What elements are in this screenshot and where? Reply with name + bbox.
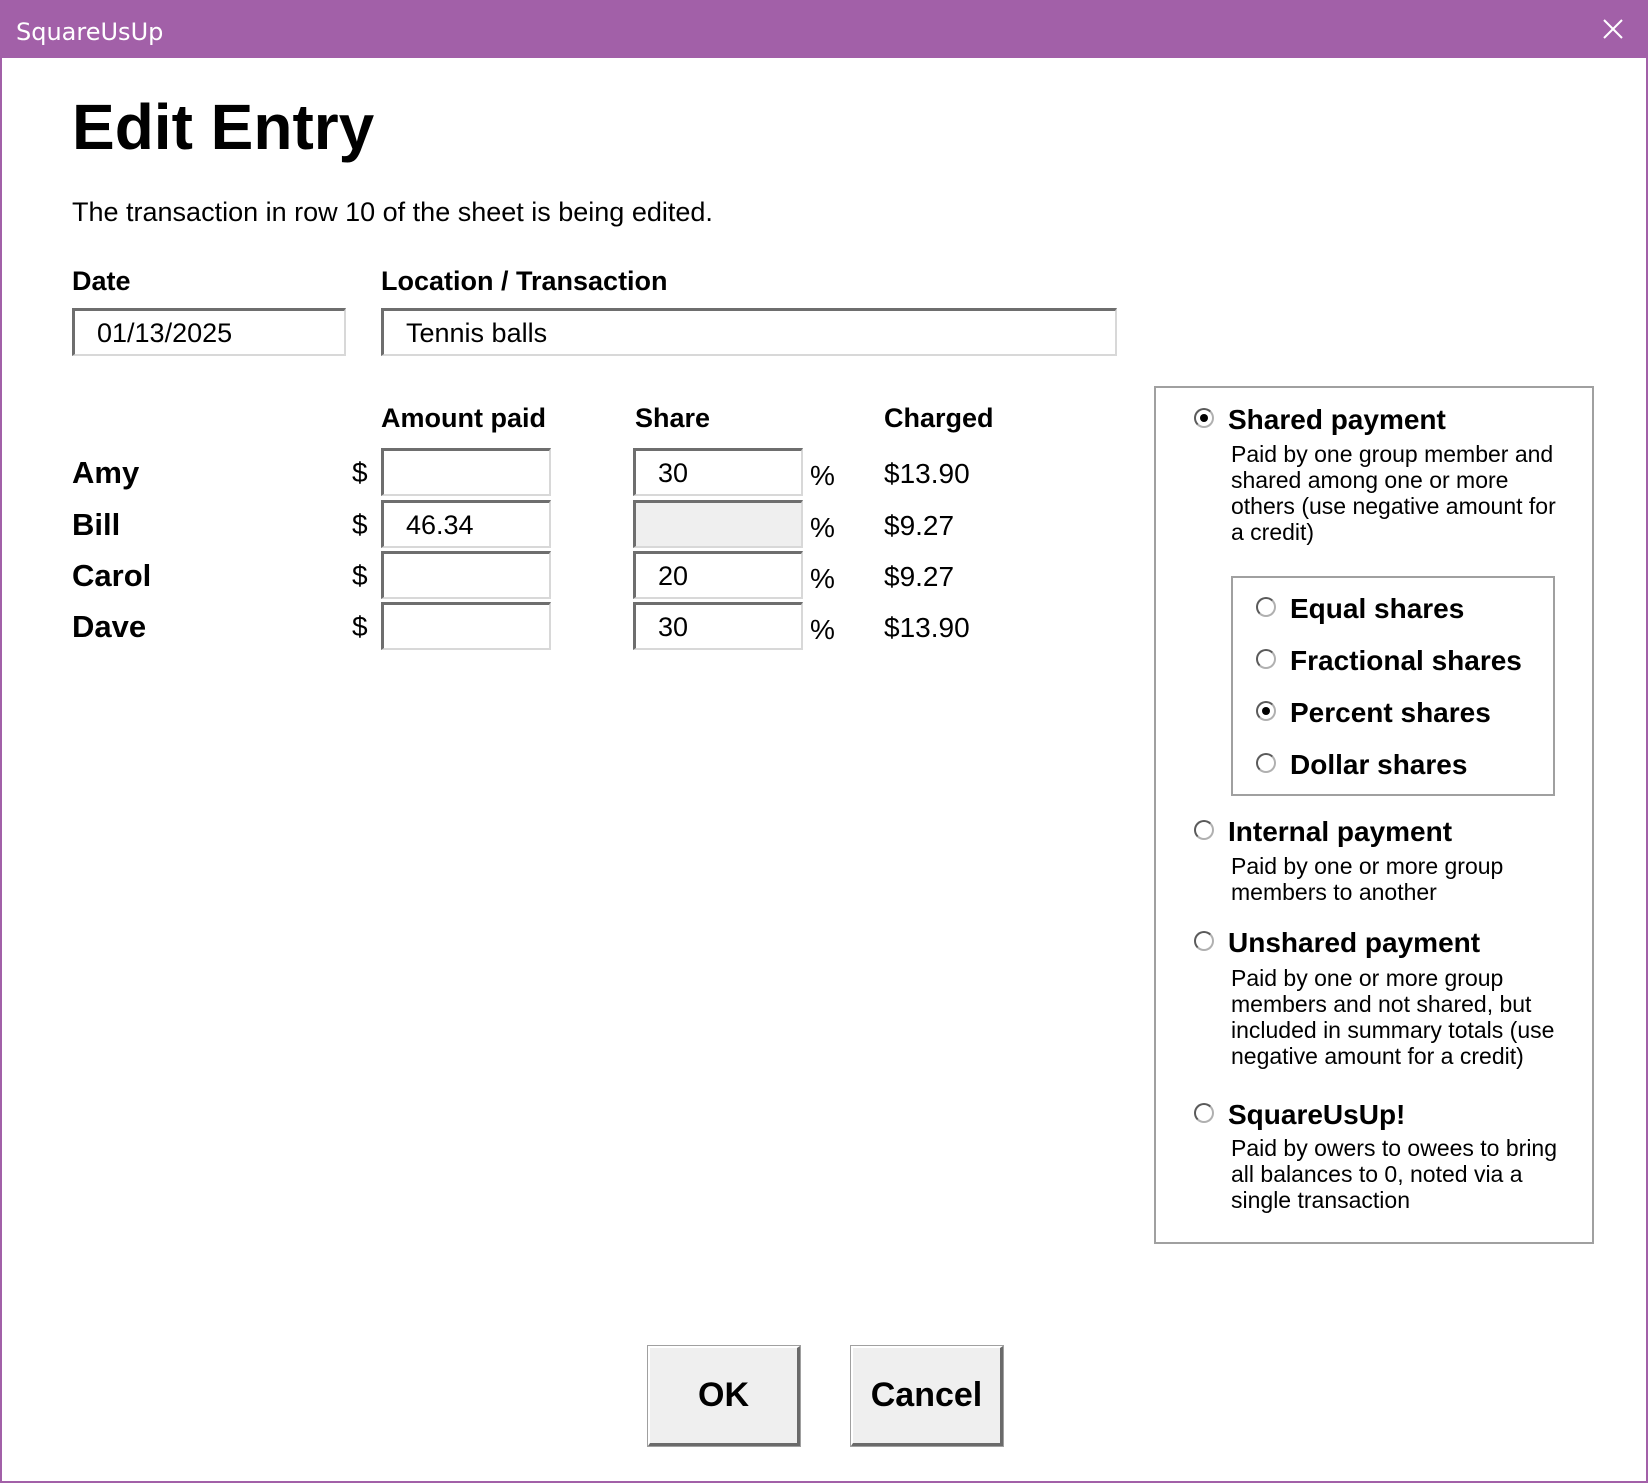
equal-shares-label[interactable]: Equal shares — [1290, 593, 1464, 625]
unshared-payment-description: Paid by one or more group members and no… — [1231, 965, 1555, 1069]
ok-button[interactable]: OK — [647, 1345, 801, 1447]
cancel-button[interactable]: Cancel — [850, 1345, 1004, 1447]
amount-paid-input[interactable] — [381, 551, 551, 599]
fractional-shares-radio[interactable] — [1256, 649, 1276, 669]
percent-shares-label[interactable]: Percent shares — [1290, 697, 1491, 729]
share-input-disabled — [633, 500, 803, 548]
share-input[interactable]: 20 — [633, 551, 803, 599]
share-input[interactable]: 30 — [633, 602, 803, 650]
squareusup-label[interactable]: SquareUsUp! — [1228, 1099, 1405, 1131]
page-title: Edit Entry — [72, 91, 375, 163]
member-name: Carol — [72, 558, 152, 593]
internal-payment-radio[interactable] — [1194, 820, 1214, 840]
amount-paid-input[interactable] — [381, 448, 551, 496]
shared-payment-description: Paid by one group member and shared amon… — [1231, 441, 1556, 545]
title-bar[interactable]: SquareUsUp — [2, 2, 1646, 58]
dialog-window: SquareUsUp Edit Entry The transaction in… — [0, 0, 1648, 1483]
date-label: Date — [72, 266, 131, 296]
charged-value: $9.27 — [884, 510, 955, 541]
percent-symbol: % — [810, 563, 835, 594]
edit-status-text: The transaction in row 10 of the sheet i… — [72, 197, 713, 227]
charged-header: Charged — [884, 403, 994, 433]
unshared-payment-radio[interactable] — [1194, 931, 1214, 951]
charged-value: $13.90 — [884, 458, 970, 489]
percent-symbol: % — [810, 512, 835, 543]
charged-value: $9.27 — [884, 561, 955, 592]
currency-symbol: $ — [352, 509, 368, 540]
amount-paid-input[interactable]: 46.34 — [381, 500, 551, 548]
charged-value: $13.90 — [884, 612, 970, 643]
internal-payment-description: Paid by one or more group members to ano… — [1231, 853, 1504, 905]
currency-symbol: $ — [352, 560, 368, 591]
dollar-shares-label[interactable]: Dollar shares — [1290, 749, 1467, 781]
share-input[interactable]: 30 — [633, 448, 803, 496]
location-label: Location / Transaction — [381, 266, 668, 296]
window-title: SquareUsUp — [16, 18, 164, 46]
internal-payment-label[interactable]: Internal payment — [1228, 816, 1452, 848]
shared-payment-label[interactable]: Shared payment — [1228, 404, 1446, 436]
percent-symbol: % — [810, 614, 835, 645]
close-icon[interactable] — [1598, 14, 1628, 44]
shared-payment-radio[interactable] — [1194, 408, 1214, 428]
currency-symbol: $ — [352, 611, 368, 642]
share-header: Share — [635, 403, 711, 433]
percent-symbol: % — [810, 460, 835, 491]
member-name: Bill — [72, 507, 121, 542]
currency-symbol: $ — [352, 457, 368, 488]
squareusup-description: Paid by owers to owees to bring all bala… — [1231, 1135, 1558, 1213]
location-field[interactable]: Tennis balls — [381, 308, 1117, 356]
fractional-shares-label[interactable]: Fractional shares — [1290, 645, 1522, 677]
member-name: Amy — [72, 455, 140, 490]
member-name: Dave — [72, 609, 147, 644]
percent-shares-radio[interactable] — [1256, 701, 1276, 721]
unshared-payment-label[interactable]: Unshared payment — [1228, 927, 1480, 959]
dollar-shares-radio[interactable] — [1256, 753, 1276, 773]
date-field[interactable]: 01/13/2025 — [72, 308, 346, 356]
equal-shares-radio[interactable] — [1256, 597, 1276, 617]
amount-paid-header: Amount paid — [381, 403, 546, 433]
squareusup-radio[interactable] — [1194, 1103, 1214, 1123]
amount-paid-input[interactable] — [381, 602, 551, 650]
